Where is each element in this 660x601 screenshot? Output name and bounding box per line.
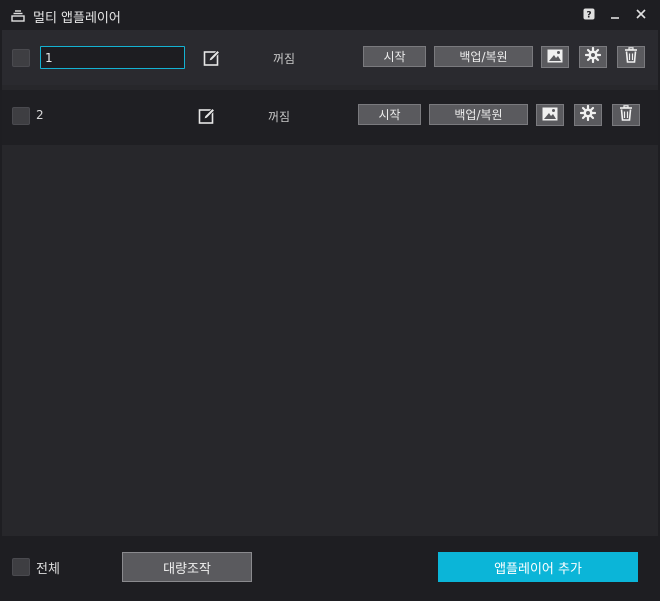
gear-icon: [584, 46, 602, 67]
instance-list: 꺼짐 시작 백업/복원: [2, 30, 658, 536]
status-text: 꺼짐: [268, 110, 291, 124]
settings-button[interactable]: [574, 104, 602, 126]
instance-name: 2: [36, 108, 44, 122]
batch-operation-button[interactable]: 대량조작: [122, 552, 252, 582]
select-all-label: 전체: [36, 562, 60, 577]
stack-icon: [11, 7, 25, 22]
add-player-button[interactable]: 앱플레이어 추가: [438, 552, 638, 582]
trash-icon: [619, 105, 633, 125]
help-icon[interactable]: ?: [582, 7, 596, 21]
select-all-checkbox[interactable]: [12, 558, 30, 576]
instance-row: 2 꺼짐 시작 백업/복원: [2, 90, 658, 145]
backup-restore-button[interactable]: 백업/복원: [429, 104, 528, 125]
gear-icon: [579, 104, 597, 125]
image-icon: [542, 106, 558, 125]
image-icon: [547, 48, 563, 67]
instance-checkbox[interactable]: [12, 107, 30, 125]
start-button[interactable]: 시작: [358, 104, 421, 125]
window-title: 멀티 앱플레이어: [33, 11, 121, 26]
backup-restore-button[interactable]: 백업/복원: [434, 46, 533, 67]
instance-row: 꺼짐 시작 백업/복원: [2, 30, 658, 85]
settings-button[interactable]: [579, 46, 607, 68]
footer-bar: 전체 대량조작 앱플레이어 추가: [0, 536, 660, 601]
edit-icon[interactable]: [203, 49, 221, 67]
shortcut-button[interactable]: [541, 46, 569, 68]
instance-name-input[interactable]: [40, 46, 185, 69]
title-bar: 멀티 앱플레이어 ?: [0, 0, 660, 30]
delete-button[interactable]: [617, 46, 645, 68]
svg-text:?: ?: [586, 11, 591, 21]
instance-checkbox[interactable]: [12, 49, 30, 67]
minimize-icon[interactable]: [608, 7, 622, 21]
edit-icon[interactable]: [198, 107, 216, 125]
shortcut-button[interactable]: [536, 104, 564, 126]
status-text: 꺼짐: [273, 52, 296, 66]
start-button[interactable]: 시작: [363, 46, 426, 67]
close-icon[interactable]: [634, 7, 648, 21]
trash-icon: [624, 47, 638, 67]
delete-button[interactable]: [612, 104, 640, 126]
